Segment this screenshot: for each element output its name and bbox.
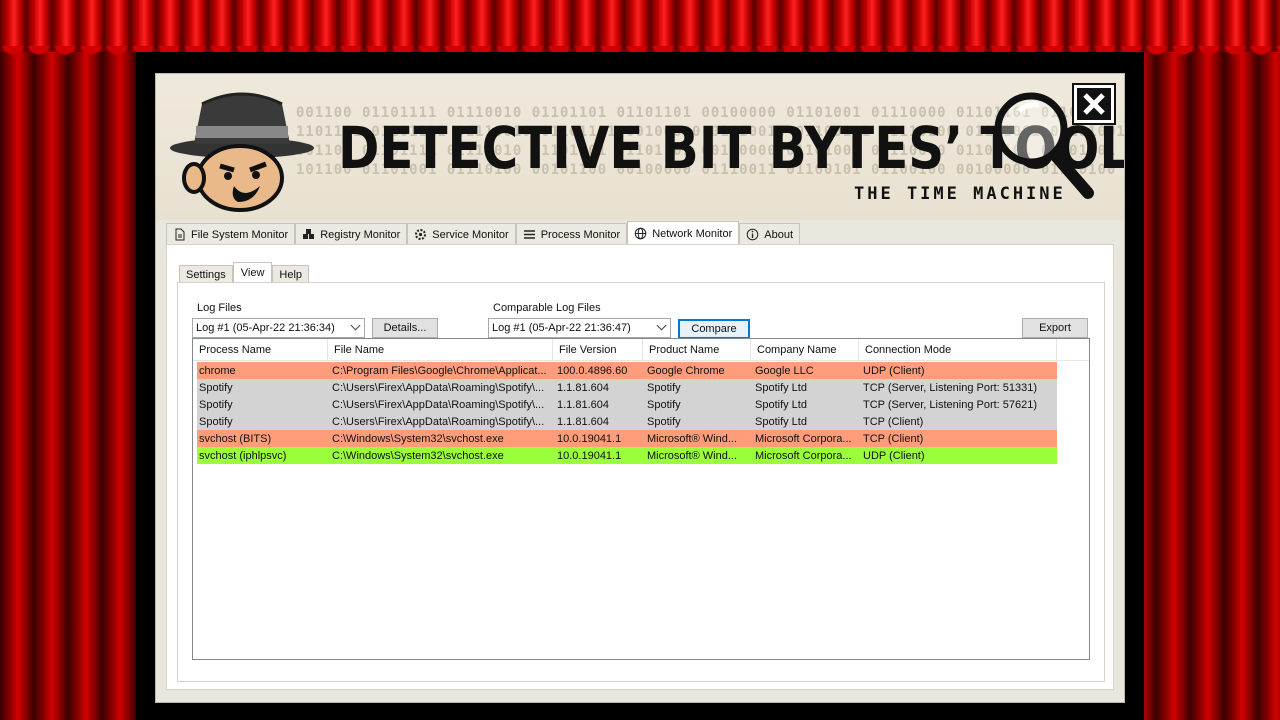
table-cell: 1.1.81.604	[553, 413, 643, 430]
close-button[interactable]	[1074, 85, 1114, 123]
table-cell: Google Chrome	[643, 362, 751, 379]
list-icon	[523, 228, 536, 241]
tab-about[interactable]: About	[739, 223, 800, 245]
comparable-log-files-label: Comparable Log Files	[493, 302, 601, 314]
table-cell: Spotify Ltd	[751, 396, 859, 413]
table-cell: svchost (iphlpsvc)	[197, 447, 328, 464]
table-cell: Microsoft Corpora...	[751, 447, 859, 464]
chevron-down-icon	[351, 321, 361, 331]
table-cell: TCP (Server, Listening Port: 51331)	[859, 379, 1057, 396]
table-cell: UDP (Client)	[859, 362, 1057, 379]
table-row[interactable]: SpotifyC:\Users\Firex\AppData\Roaming\Sp…	[197, 413, 1057, 430]
table-cell: Spotify	[643, 413, 751, 430]
column-company-name[interactable]: Company Name	[751, 339, 859, 360]
gear-icon	[414, 228, 427, 241]
table-cell: TCP (Client)	[859, 413, 1057, 430]
table-cell: Spotify	[197, 413, 328, 430]
table-cell: 10.0.19041.1	[553, 430, 643, 447]
globe-icon	[634, 227, 647, 240]
chevron-down-icon	[657, 321, 667, 331]
tab-process-monitor[interactable]: Process Monitor	[516, 223, 627, 245]
column-file-version[interactable]: File Version	[553, 339, 643, 360]
column-process-name[interactable]: Process Name	[193, 339, 328, 360]
cubes-icon	[302, 228, 315, 241]
main-tab-bar: File System Monitor Registry Monitor Ser…	[166, 222, 800, 245]
table-cell: Microsoft Corpora...	[751, 430, 859, 447]
export-button[interactable]: Export	[1022, 318, 1088, 338]
table-cell: 100.0.4896.60	[553, 362, 643, 379]
table-cell: 1.1.81.604	[553, 396, 643, 413]
detective-logo-icon	[164, 82, 334, 212]
table-cell: TCP (Client)	[859, 430, 1057, 447]
tab-file-system-monitor[interactable]: File System Monitor	[166, 223, 295, 245]
log-files-label: Log Files	[197, 302, 242, 314]
compare-button[interactable]: Compare	[678, 319, 750, 339]
app-window: 001100 01101111 01110010 01101101 011011…	[155, 73, 1125, 703]
log-files-selected-value: Log #1 (05-Apr-22 21:36:34)	[196, 322, 335, 334]
details-button[interactable]: Details...	[372, 318, 438, 338]
table-cell: 10.0.19041.1	[553, 447, 643, 464]
table-cell: C:\Windows\System32\svchost.exe	[328, 430, 553, 447]
tab-network-monitor[interactable]: Network Monitor	[627, 221, 739, 245]
table-row[interactable]: SpotifyC:\Users\Firex\AppData\Roaming\Sp…	[197, 379, 1057, 396]
table-cell: svchost (BITS)	[197, 430, 328, 447]
table-cell: Microsoft® Wind...	[643, 447, 751, 464]
table-cell: C:\Program Files\Google\Chrome\Applicat.…	[328, 362, 553, 379]
tab-label: Process Monitor	[541, 229, 620, 241]
table-row[interactable]: chromeC:\Program Files\Google\Chrome\App…	[197, 362, 1057, 379]
column-connection-mode[interactable]: Connection Mode	[859, 339, 1057, 360]
table-cell: Spotify	[643, 379, 751, 396]
table-cell: Spotify Ltd	[751, 413, 859, 430]
tab-label: Network Monitor	[652, 228, 732, 240]
tab-view[interactable]: View	[233, 262, 273, 283]
table-cell: Microsoft® Wind...	[643, 430, 751, 447]
close-icon	[1081, 91, 1107, 117]
table-cell: Spotify	[197, 396, 328, 413]
tab-registry-monitor[interactable]: Registry Monitor	[295, 223, 407, 245]
table-cell: TCP (Server, Listening Port: 57621)	[859, 396, 1057, 413]
network-monitor-panel: Settings View Help Log Files Log #1 (05-…	[166, 244, 1114, 690]
tab-label: File System Monitor	[191, 229, 288, 241]
connections-list[interactable]: Process Name File Name File Version Prod…	[192, 338, 1090, 660]
curtain-valance	[0, 0, 1280, 52]
table-cell: Spotify	[643, 396, 751, 413]
table-cell: C:\Users\Firex\AppData\Roaming\Spotify\.…	[328, 379, 553, 396]
document-icon	[173, 228, 186, 241]
tab-label: Service Monitor	[432, 229, 508, 241]
view-panel: Log Files Log #1 (05-Apr-22 21:36:34) De…	[177, 282, 1105, 682]
sub-tab-bar: Settings View Help	[179, 263, 309, 283]
tab-service-monitor[interactable]: Service Monitor	[407, 223, 515, 245]
banner: 001100 01101111 01110010 01101101 011011…	[156, 74, 1124, 220]
table-row[interactable]: svchost (BITS)C:\Windows\System32\svchos…	[197, 430, 1057, 447]
comparable-selected-value: Log #1 (05-Apr-22 21:36:47)	[492, 322, 631, 334]
table-cell: Google LLC	[751, 362, 859, 379]
log-files-select[interactable]: Log #1 (05-Apr-22 21:36:34)	[192, 318, 365, 338]
column-file-name[interactable]: File Name	[328, 339, 553, 360]
info-icon	[746, 228, 759, 241]
table-cell: UDP (Client)	[859, 447, 1057, 464]
table-cell: C:\Windows\System32\svchost.exe	[328, 447, 553, 464]
table-cell: C:\Users\Firex\AppData\Roaming\Spotify\.…	[328, 413, 553, 430]
table-cell: C:\Users\Firex\AppData\Roaming\Spotify\.…	[328, 396, 553, 413]
tab-label: About	[764, 229, 793, 241]
column-product-name[interactable]: Product Name	[643, 339, 751, 360]
tab-settings[interactable]: Settings	[179, 265, 233, 283]
table-cell: Spotify Ltd	[751, 379, 859, 396]
table-cell: Spotify	[197, 379, 328, 396]
tab-label: Registry Monitor	[320, 229, 400, 241]
list-body: chromeC:\Program Files\Google\Chrome\App…	[193, 361, 1089, 464]
table-row[interactable]: svchost (iphlpsvc)C:\Windows\System32\sv…	[197, 447, 1057, 464]
table-row[interactable]: SpotifyC:\Users\Firex\AppData\Roaming\Sp…	[197, 396, 1057, 413]
table-cell: 1.1.81.604	[553, 379, 643, 396]
tab-help[interactable]: Help	[272, 265, 309, 283]
table-cell: chrome	[197, 362, 328, 379]
list-header: Process Name File Name File Version Prod…	[193, 339, 1089, 361]
comparable-log-files-select[interactable]: Log #1 (05-Apr-22 21:36:47)	[488, 318, 671, 338]
